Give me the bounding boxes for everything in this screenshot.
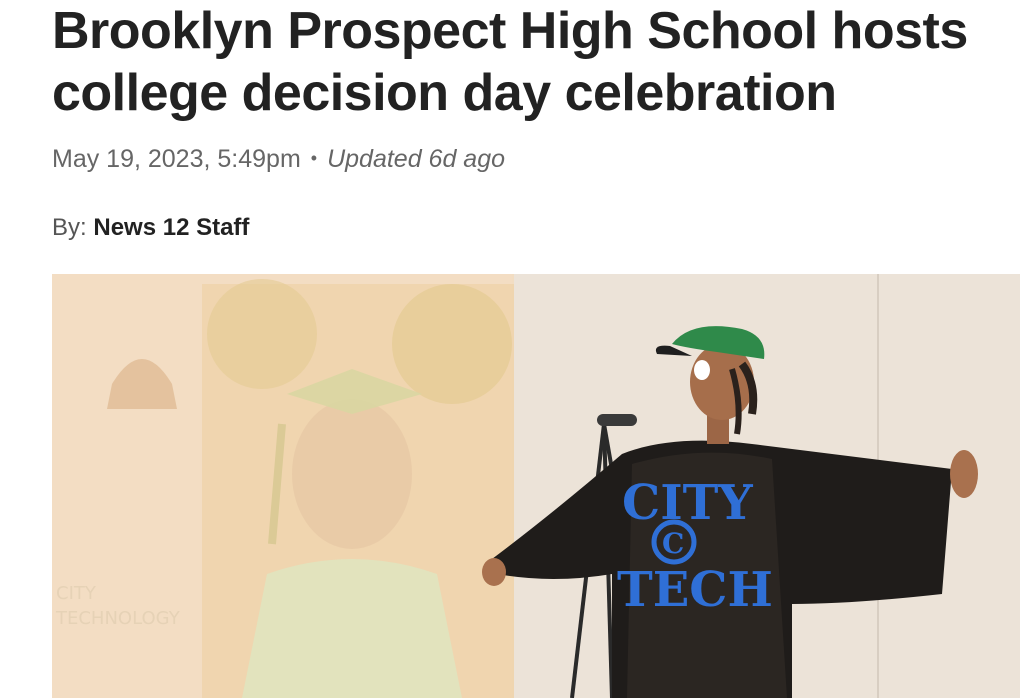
article-meta: May 19, 2023, 5:49pm • Updated 6d ago [52, 145, 505, 174]
projection-tree [207, 279, 317, 389]
projection-face [292, 399, 412, 549]
shirt-logo: C [662, 527, 684, 560]
meta-separator: • [310, 148, 318, 168]
article-headline: Brooklyn Prospect High School hosts coll… [52, 2, 968, 122]
publish-date: May 19, 2023, 5:49pm [52, 145, 301, 173]
article-photo[interactable]: CITY TECHNOLOGY CITY C TECH [52, 274, 1020, 698]
microphone-icon [597, 414, 637, 426]
byline: By: News 12 Staff [52, 214, 249, 242]
open-mouth [694, 360, 710, 380]
byline-author[interactable]: News 12 Staff [93, 214, 249, 241]
projection-text-top: CITY [56, 583, 97, 604]
left-hand [482, 558, 506, 586]
projection-text-bottom: TECHNOLOGY [55, 608, 181, 629]
shirt-print-bottom: TECH [617, 562, 773, 618]
updated-time: Updated 6d ago [327, 145, 506, 173]
photo-illustration: CITY TECHNOLOGY CITY C TECH [52, 274, 1020, 698]
projection-tree-2 [392, 284, 512, 404]
byline-prefix: By: [52, 214, 87, 241]
right-hand [950, 450, 978, 498]
article: Brooklyn Prospect High School hosts coll… [0, 0, 1024, 698]
shirt-print-top: CITY [622, 475, 753, 531]
projection-gown [242, 559, 462, 698]
